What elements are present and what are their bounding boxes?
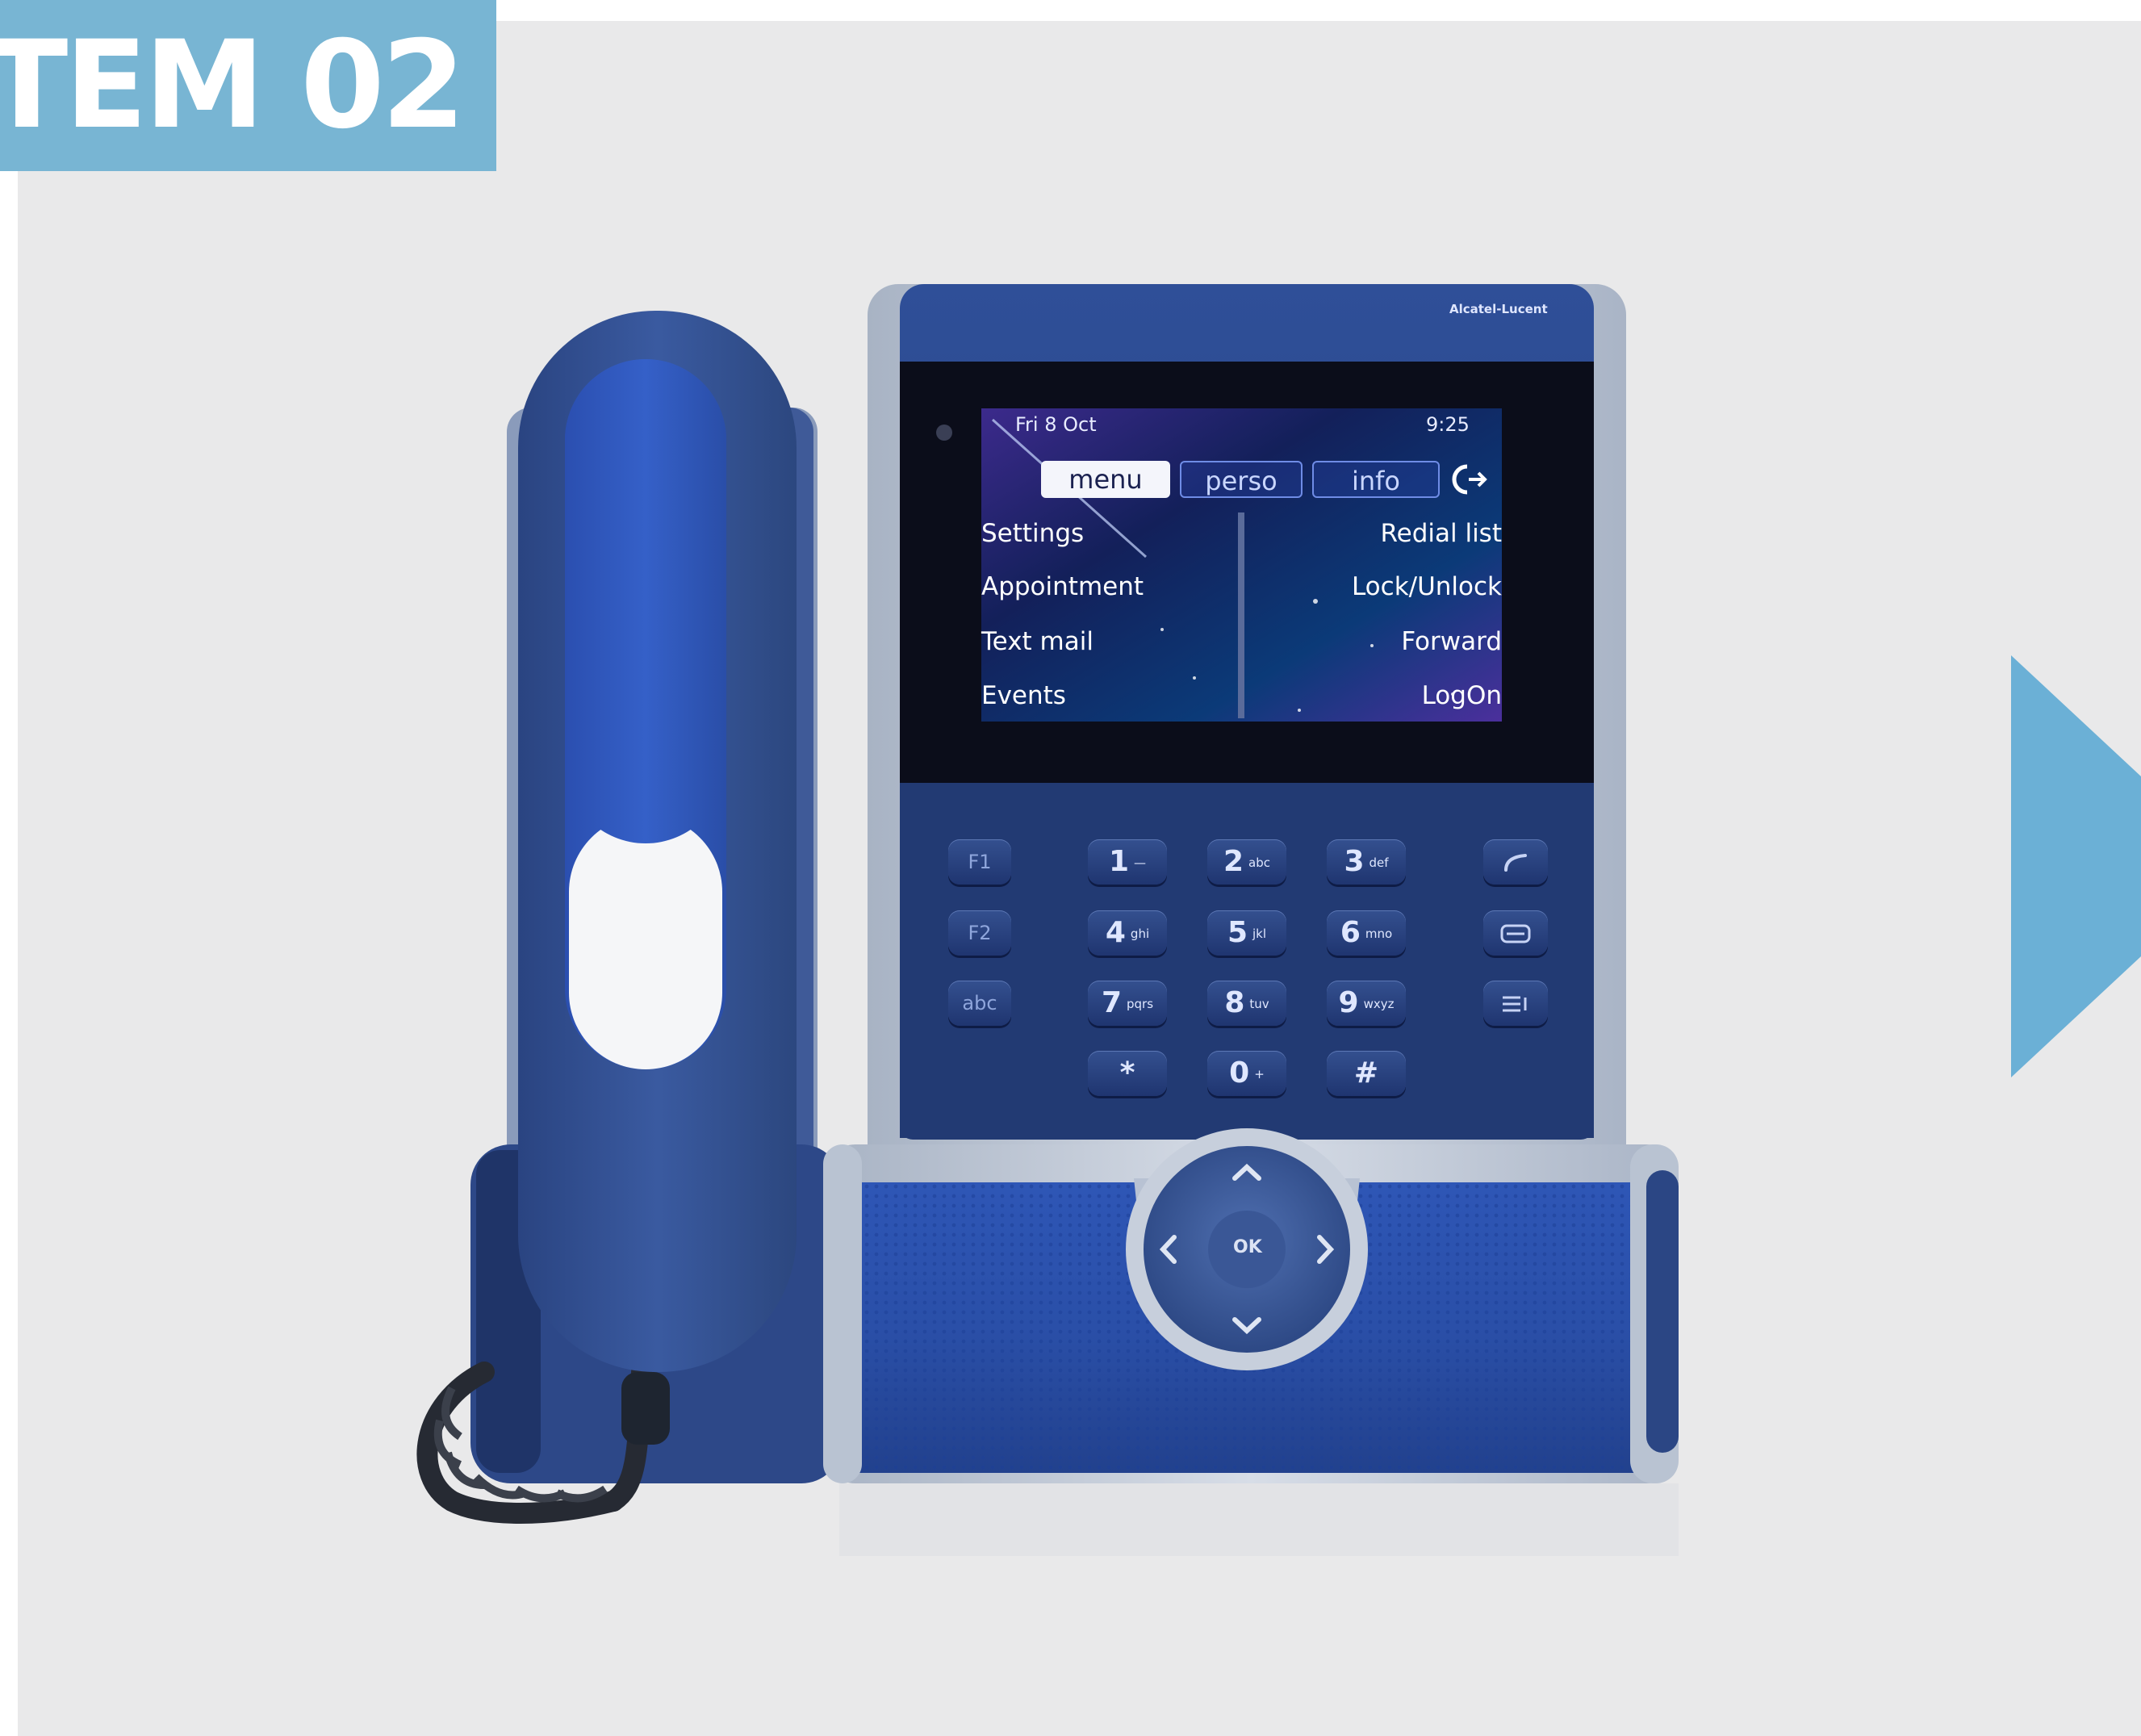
key-star[interactable]: * xyxy=(1088,1051,1167,1096)
menu-item-appointment[interactable]: Appointment xyxy=(981,572,1144,601)
key-0[interactable]: 0 + xyxy=(1207,1051,1286,1096)
key-0-digit: 0 xyxy=(1229,1056,1250,1090)
key-8-digit: 8 xyxy=(1224,986,1245,1019)
key-1-letters: — xyxy=(1134,855,1147,870)
desk-phone xyxy=(416,284,1679,1556)
screen-time: 9:25 xyxy=(1426,413,1470,436)
key-4-digit: 4 xyxy=(1105,916,1126,949)
key-2[interactable]: 2 abc xyxy=(1207,839,1286,885)
menu-item-forward[interactable]: Forward xyxy=(1401,627,1502,656)
key-f1[interactable]: F1 xyxy=(948,839,1011,885)
key-2-digit: 2 xyxy=(1223,845,1244,878)
menu-item-logon[interactable]: LogOn xyxy=(1422,681,1502,710)
directory-key[interactable] xyxy=(1483,981,1548,1026)
key-7[interactable]: 7 pqrs xyxy=(1088,981,1167,1026)
tab-info[interactable]: info xyxy=(1312,461,1440,498)
key-f2[interactable]: F2 xyxy=(948,910,1011,956)
messaging-key[interactable] xyxy=(1483,910,1548,956)
item-tag: TEM 02 xyxy=(0,0,496,171)
brand-logo: Alcatel-Lucent xyxy=(1449,302,1548,316)
key-5-letters: jkl xyxy=(1252,927,1267,941)
menu-item-lock-unlock[interactable]: Lock/Unlock xyxy=(1352,572,1502,601)
key-4-letters: ghi xyxy=(1130,927,1150,941)
key-abc[interactable]: abc xyxy=(948,981,1011,1026)
key-9-digit: 9 xyxy=(1338,986,1359,1019)
key-2-letters: abc xyxy=(1248,855,1271,870)
key-5[interactable]: 5 jkl xyxy=(1207,910,1286,956)
message-icon xyxy=(1500,924,1531,943)
logout-icon[interactable] xyxy=(1449,460,1490,499)
key-7-letters: pqrs xyxy=(1127,997,1154,1011)
key-3-letters: def xyxy=(1369,855,1389,870)
key-9-letters: wxyz xyxy=(1363,997,1395,1011)
menu-item-redial-list[interactable]: Redial list xyxy=(1380,519,1502,548)
menu-item-text-mail[interactable]: Text mail xyxy=(981,627,1093,656)
key-3[interactable]: 3 def xyxy=(1327,839,1406,885)
screen-date: Fri 8 Oct xyxy=(1015,413,1097,436)
key-7-digit: 7 xyxy=(1101,986,1123,1019)
navigator-ok-button[interactable]: OK xyxy=(1233,1237,1262,1257)
key-8[interactable]: 8 tuv xyxy=(1207,981,1286,1026)
handset-icon xyxy=(1504,854,1527,872)
tab-menu[interactable]: menu xyxy=(1041,461,1170,498)
key-6-letters: mno xyxy=(1365,927,1393,941)
key-1[interactable]: 1— xyxy=(1088,839,1167,885)
key-3-digit: 3 xyxy=(1344,845,1365,878)
key-6-digit: 6 xyxy=(1340,916,1361,949)
next-arrow-icon[interactable] xyxy=(2011,655,2141,1077)
key-5-digit: 5 xyxy=(1227,916,1248,949)
key-0-letters: + xyxy=(1254,1067,1265,1081)
key-4[interactable]: 4 ghi xyxy=(1088,910,1167,956)
key-8-letters: tuv xyxy=(1249,997,1269,1011)
key-1-digit: 1 xyxy=(1108,845,1130,878)
call-key[interactable] xyxy=(1483,839,1548,885)
key-6[interactable]: 6 mno xyxy=(1327,910,1406,956)
menu-item-events[interactable]: Events xyxy=(981,681,1066,710)
menu-item-settings[interactable]: Settings xyxy=(981,519,1084,548)
key-9[interactable]: 9 wxyz xyxy=(1327,981,1406,1026)
key-hash[interactable]: # xyxy=(1327,1051,1406,1096)
tab-perso[interactable]: perso xyxy=(1180,461,1303,498)
list-icon xyxy=(1503,996,1527,1012)
